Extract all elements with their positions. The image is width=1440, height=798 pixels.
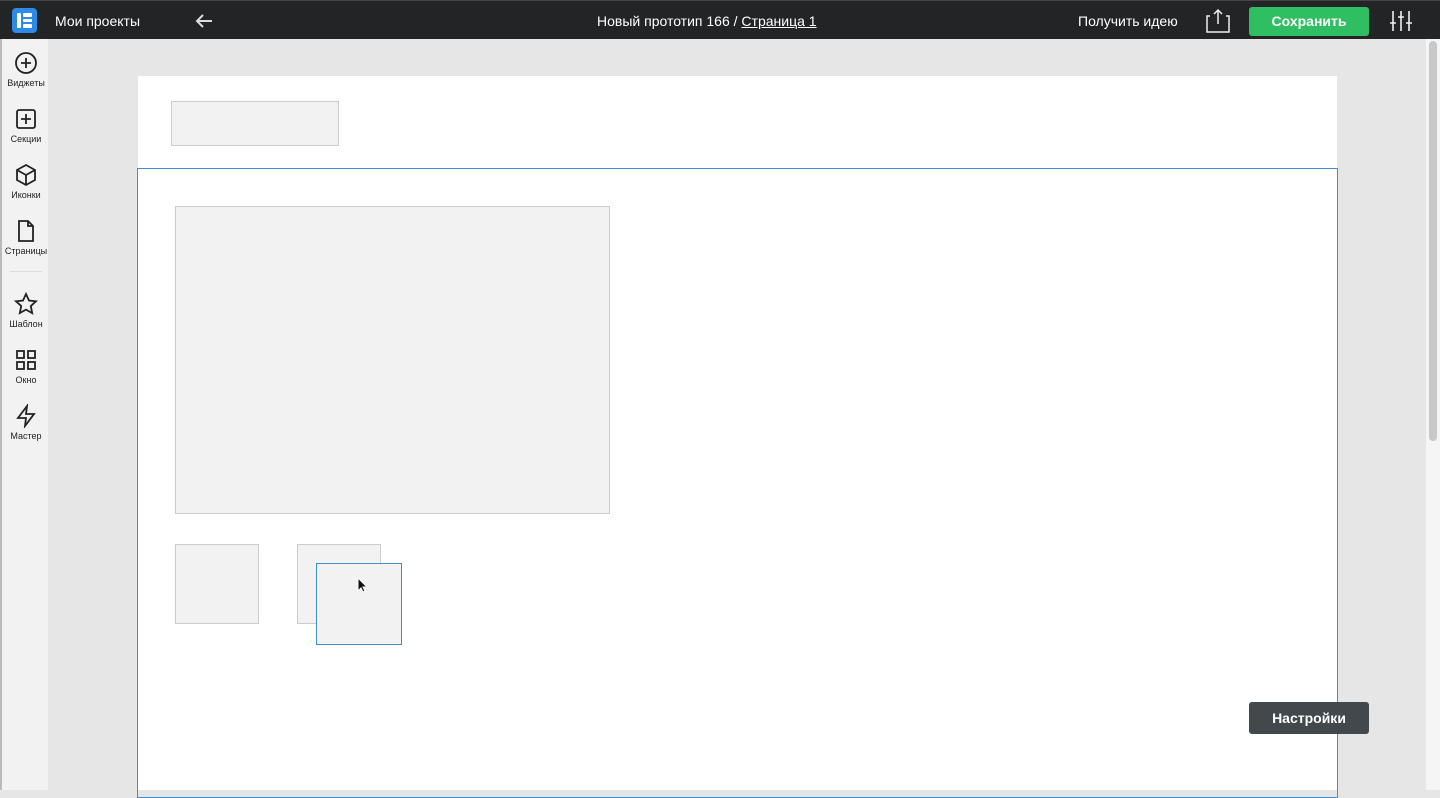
small-block-1[interactable] [175, 544, 259, 624]
sidebar-item-widgets[interactable]: Виджеты [2, 51, 50, 88]
sidebar-item-icons[interactable]: Иконки [2, 163, 50, 200]
sidebar-item-label: Мастер [10, 431, 42, 441]
share-icon[interactable] [1205, 8, 1231, 34]
sidebar-item-sections[interactable]: Секции [2, 107, 50, 144]
file-icon [18, 220, 34, 242]
sidebar-item-pages[interactable]: Страницы [2, 219, 50, 256]
header-placeholder-block[interactable] [171, 101, 339, 146]
dragged-block[interactable] [316, 563, 402, 645]
sidebar-item-label: Иконки [11, 190, 41, 200]
save-button[interactable]: Сохранить [1249, 7, 1369, 36]
sidebar-item-wizard[interactable]: Мастер [2, 404, 50, 441]
sidebar-item-label: Секции [10, 134, 42, 144]
sidebar-item-label: Шаблон [9, 319, 43, 329]
star-icon [14, 292, 38, 315]
divider [10, 271, 42, 272]
scrollbar[interactable] [1426, 39, 1440, 790]
top-bar: Мои проекты Новый прототип 166 / Страниц… [0, 0, 1440, 39]
sliders-icon[interactable] [1389, 9, 1413, 33]
lightning-icon [16, 404, 36, 428]
plus-square-icon [16, 109, 36, 129]
page-link[interactable]: Страница 1 [741, 13, 816, 29]
get-idea-button[interactable]: Получить идею [1078, 13, 1178, 29]
logo-icon[interactable] [12, 8, 37, 33]
my-projects-link[interactable]: Мои проекты [55, 13, 140, 29]
sidebar: Виджеты Секции Иконки Страницы Шаблон Ок… [0, 39, 48, 790]
sidebar-item-template[interactable]: Шаблон [2, 292, 50, 329]
settings-button[interactable]: Настройки [1249, 702, 1369, 734]
scrollbar-thumb[interactable] [1429, 41, 1437, 441]
back-arrow-icon[interactable] [194, 11, 214, 31]
sidebar-item-window[interactable]: Окно [2, 348, 50, 385]
cube-icon [16, 163, 36, 187]
sidebar-item-label: Виджеты [7, 78, 45, 88]
sidebar-item-label: Страницы [4, 246, 48, 256]
sidebar-item-label: Окно [15, 375, 37, 385]
image-placeholder-block[interactable] [175, 206, 610, 514]
project-title: Новый прототип 166 / [597, 13, 742, 29]
cursor-icon [357, 577, 369, 593]
grid-icon [16, 350, 36, 370]
plus-circle-icon [15, 52, 37, 74]
